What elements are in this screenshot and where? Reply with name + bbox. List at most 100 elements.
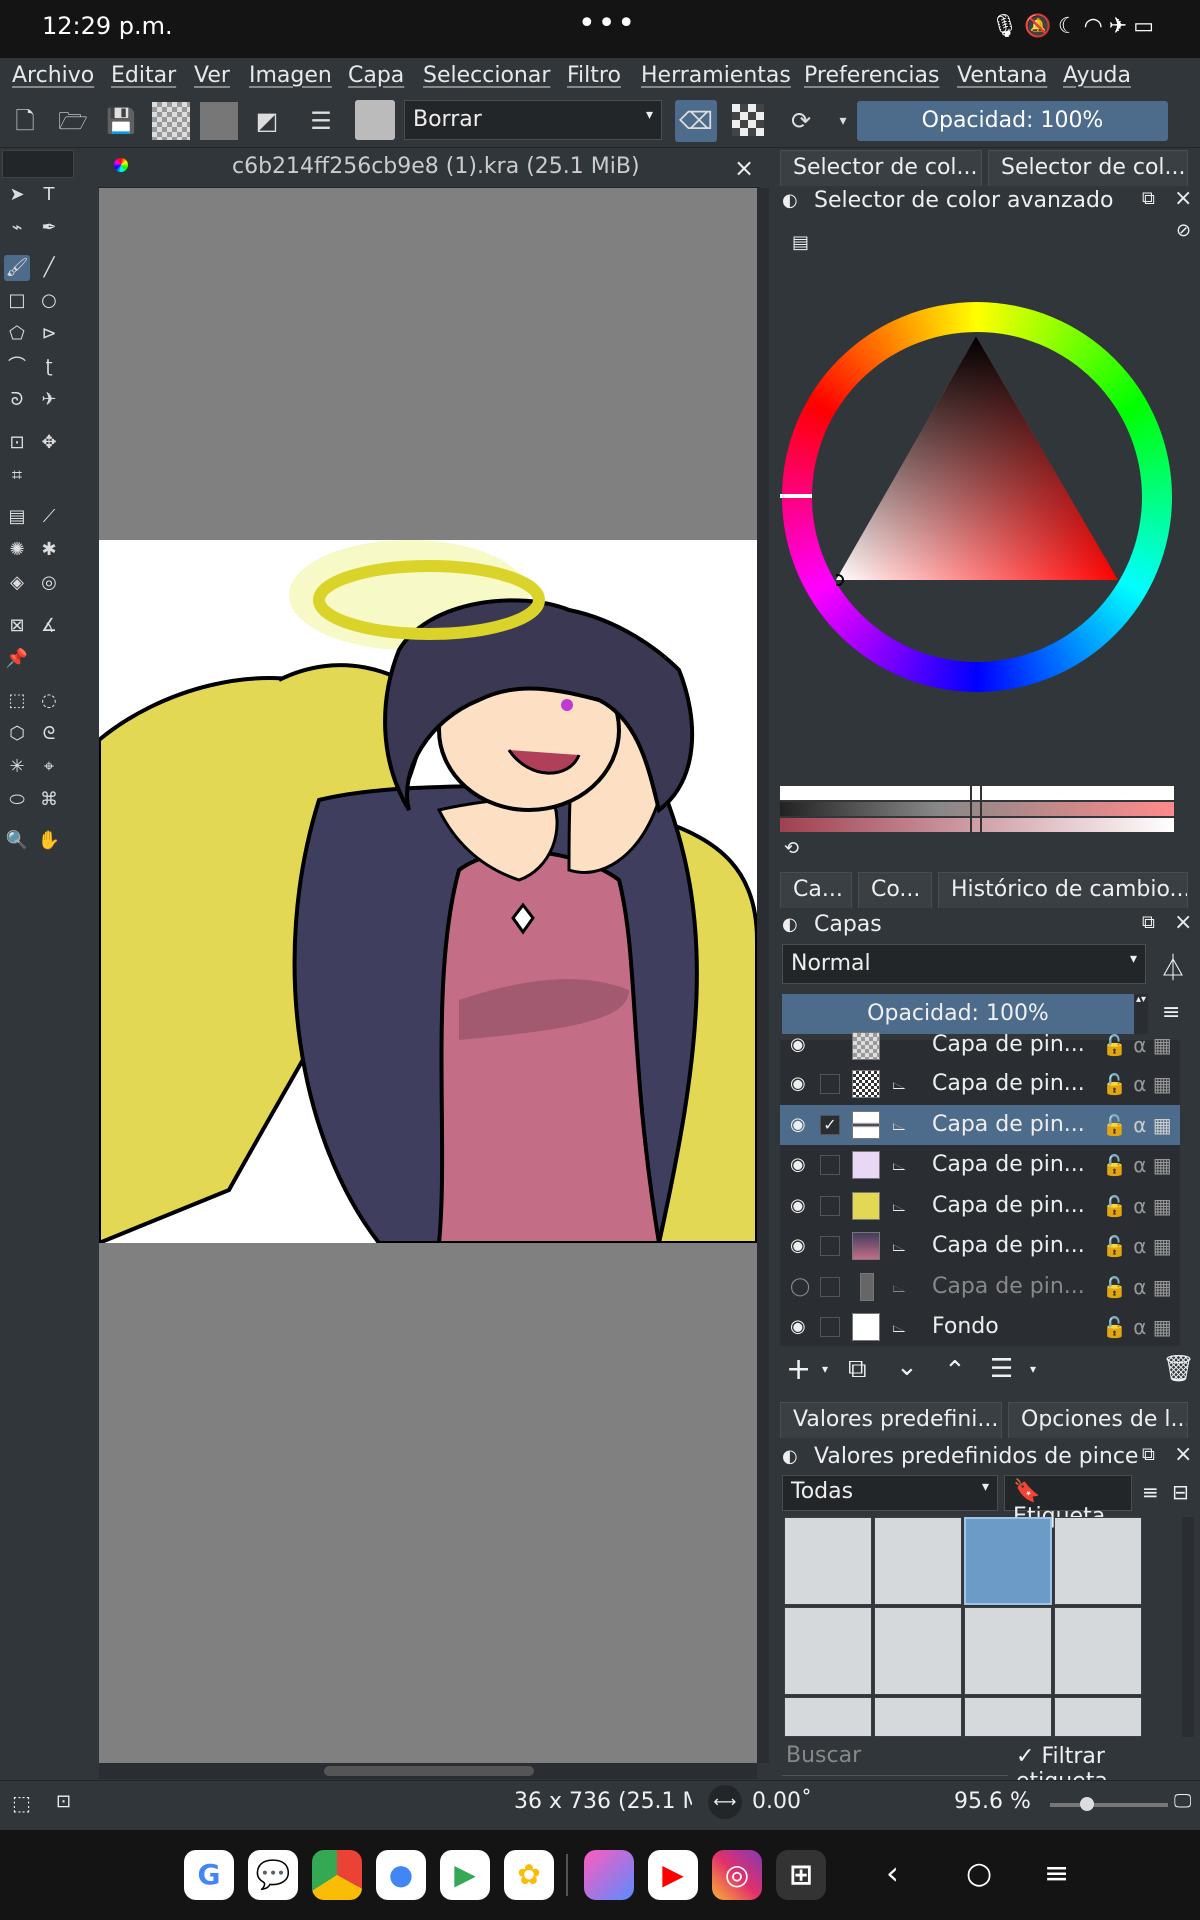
layer-row[interactable]: ◉ ⌳ Capa de pin... 🔓 α ▦	[780, 1186, 1180, 1226]
polyline-tool-icon[interactable]: ⊳	[36, 321, 62, 347]
perspective-grid-icon[interactable]: ⊠	[4, 613, 30, 639]
menu-preferencias[interactable]: Preferencias	[804, 63, 939, 88]
duplicate-layer-icon[interactable]: ⧉	[848, 1354, 867, 1385]
measure-tool-icon[interactable]: ∡	[36, 613, 62, 639]
magnetic-select-icon[interactable]: ⌘	[36, 787, 62, 813]
similar-select-icon[interactable]: ⌖	[36, 754, 62, 780]
lock-icon[interactable]: ◐	[782, 914, 798, 935]
brush-preset-ink-soft[interactable]	[874, 1607, 962, 1695]
menu-archivo[interactable]: Archivo	[12, 63, 94, 88]
eye-icon[interactable]: ◉	[790, 1186, 806, 1226]
menu-imagen[interactable]: Imagen	[249, 63, 332, 88]
text-tool-icon[interactable]: T	[36, 182, 62, 208]
eye-icon[interactable]: ◉	[790, 1226, 806, 1266]
chevron-down-icon[interactable]: ▾	[822, 1362, 828, 1376]
brush-preset-brush-1[interactable]	[784, 1697, 872, 1737]
artwork-canvas[interactable]	[99, 540, 757, 1243]
brush-preset-brush-3[interactable]	[964, 1697, 1052, 1737]
layer-props-icon[interactable]: 🔓 α ▦	[1102, 1226, 1172, 1266]
crop-tool-icon[interactable]: ⌗	[4, 463, 30, 489]
preset-filter-select[interactable]: Todas ▾	[782, 1475, 998, 1511]
layer-props-icon[interactable]: 🔓 α ▦	[1102, 1307, 1172, 1347]
preset-search-input[interactable]: Buscar	[782, 1740, 1008, 1776]
move-tool-icon[interactable]: ✥	[36, 430, 62, 456]
freehand-select-icon[interactable]: ᘓ	[36, 721, 62, 747]
menu-capa[interactable]: Capa	[348, 63, 404, 88]
tab-presets[interactable]: Valores predefini...	[780, 1402, 1002, 1438]
instagram-icon[interactable]: ◎	[712, 1850, 762, 1900]
eye-icon[interactable]: ◉	[790, 1307, 806, 1347]
eye-icon[interactable]: ◉	[790, 1145, 806, 1185]
brush-preset-brush-2[interactable]	[874, 1697, 962, 1737]
menu-ventana[interactable]: Ventana	[957, 63, 1047, 88]
opacity-spin[interactable]: ▴▾	[1134, 994, 1148, 1034]
tab-co[interactable]: Co...	[858, 872, 932, 908]
horizontal-scroll-thumb[interactable]	[324, 1766, 534, 1776]
gradient-tool-icon[interactable]: ▤	[4, 504, 30, 530]
brush-preset-airbrush[interactable]	[1054, 1517, 1142, 1605]
brush-preset-pencil[interactable]	[964, 1607, 1052, 1695]
gradient-swatch[interactable]	[152, 102, 190, 140]
brush-preview-icon[interactable]	[355, 100, 395, 140]
rectangle-tool-icon[interactable]: □	[4, 288, 30, 314]
move-up-icon[interactable]: ⌃	[944, 1356, 966, 1386]
lock-icon[interactable]: ◐	[782, 1446, 798, 1467]
calligraphy-icon[interactable]: ✒	[36, 215, 62, 241]
presets-scrollbar[interactable]	[1182, 1517, 1194, 1737]
eraser-mode-icon[interactable]: ⌫	[675, 100, 717, 142]
settings-icon[interactable]: ▤	[792, 232, 809, 253]
opacity-slider[interactable]: Opacidad: 100%	[857, 101, 1168, 141]
menu-icon[interactable]: ≡	[1162, 1000, 1180, 1025]
eye-icon[interactable]: ◉	[790, 1105, 806, 1145]
lock-icon[interactable]: ◐	[782, 190, 798, 211]
brush-preset-eraser-block[interactable]	[784, 1517, 872, 1605]
select-shapes-icon[interactable]: ➤	[4, 182, 30, 208]
rotation-icon[interactable]: ⟷	[708, 1785, 742, 1819]
layer-props-icon[interactable]: 🔓 α ▦	[1102, 1030, 1172, 1060]
document-tab[interactable]: c6b214ff256cb9e8 (1).kra (25.1 MiB) ×	[98, 150, 760, 188]
messages-icon[interactable]: 💬	[248, 1850, 298, 1900]
float-icon[interactable]: ⧉	[1142, 1444, 1155, 1465]
polygon-tool-icon[interactable]: ⬠	[4, 321, 30, 347]
more-dots[interactable]: •••	[578, 6, 637, 41]
app-grid-icon[interactable]: ⊞	[776, 1850, 826, 1900]
tab-tool-options[interactable]: Opciones de l...	[1008, 1402, 1188, 1438]
float-icon[interactable]: ⧉	[1142, 912, 1155, 933]
close-icon[interactable]: ×	[1174, 910, 1192, 935]
close-icon[interactable]: ×	[734, 154, 754, 182]
layer-checkbox[interactable]	[820, 1317, 840, 1337]
layer-checkbox[interactable]	[820, 1155, 840, 1175]
eye-icon[interactable]: ◉	[790, 1064, 806, 1104]
menu-ayuda[interactable]: Ayuda	[1063, 63, 1131, 88]
ellipse-select-icon[interactable]: ◌	[36, 688, 62, 714]
zoom-slider[interactable]	[1050, 1797, 1168, 1811]
chrome-icon[interactable]	[312, 1850, 362, 1900]
layer-checkbox[interactable]	[820, 1196, 840, 1216]
selection-mode-icon[interactable]: ⬚	[12, 1791, 31, 1815]
vertical-scrollbar[interactable]	[757, 188, 769, 1763]
brush-settings-icon[interactable]: ☰	[304, 104, 338, 138]
menu-ver[interactable]: Ver	[194, 63, 230, 88]
close-icon[interactable]: ×	[1174, 1442, 1192, 1467]
layer-properties-icon[interactable]: ☰	[990, 1354, 1013, 1384]
brush-preset-ink-pen[interactable]	[784, 1607, 872, 1695]
multibrush-icon[interactable]: ✈	[36, 387, 62, 413]
pattern-swatch[interactable]	[200, 102, 238, 140]
brush-preset-eraser-pen[interactable]	[874, 1517, 962, 1605]
photos-icon[interactable]: ✿	[504, 1850, 554, 1900]
layer-props-icon[interactable]: 🔓 α ▦	[1102, 1186, 1172, 1226]
tab-historico[interactable]: Histórico de cambio...	[938, 872, 1188, 908]
menu-seleccionar[interactable]: Seleccionar	[423, 63, 550, 88]
play-store-icon[interactable]: ▶	[440, 1850, 490, 1900]
google-icon[interactable]: G	[184, 1850, 234, 1900]
layer-props-icon[interactable]: 🔓 α ▦	[1102, 1145, 1172, 1185]
layer-row[interactable]: ◉ ⌳ Fondo 🔓 α ▦	[780, 1307, 1180, 1347]
freehand-path-icon[interactable]: ʈ	[36, 354, 62, 380]
brush-preset-pencil-soft[interactable]	[1054, 1607, 1142, 1695]
layer-row[interactable]: ◉ ⌳ Capa de pin... 🔓 α ▦	[780, 1226, 1180, 1266]
layer-row-selected[interactable]: ◉ ✓ ⌳ Capa de pin... 🔓 α ▦	[780, 1105, 1180, 1145]
move-down-icon[interactable]: ⌄	[896, 1352, 918, 1382]
layer-opacity-slider[interactable]: Opacidad: 100%	[782, 994, 1134, 1034]
layer-checkbox[interactable]	[820, 1236, 840, 1256]
tab-color-selector-1[interactable]: Selector de col...	[780, 150, 982, 186]
